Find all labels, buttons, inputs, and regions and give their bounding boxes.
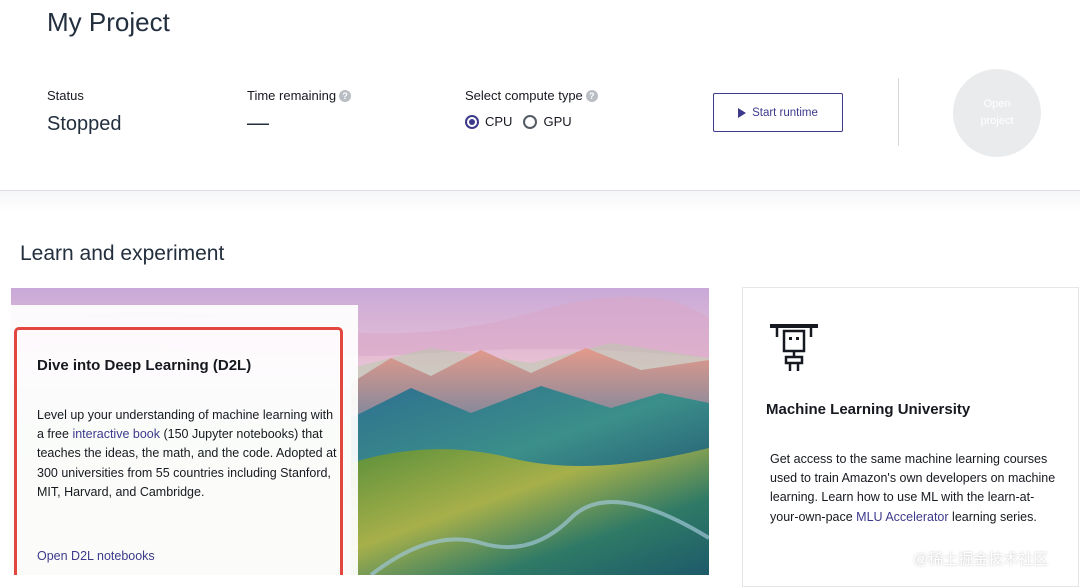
radio-cpu[interactable]: CPU: [465, 114, 512, 129]
page-title: My Project: [47, 7, 170, 37]
status-value: Stopped: [47, 113, 122, 135]
mlu-description: Get access to the same machine learning …: [770, 452, 1056, 524]
open-project-button[interactable]: Open project: [953, 69, 1041, 157]
d2l-title: Dive into Deep Learning (D2L): [37, 357, 252, 374]
open-project-label: Open project: [980, 98, 1014, 127]
interactive-book-link[interactable]: interactive book: [72, 427, 160, 441]
start-runtime-button[interactable]: Start runtime: [713, 93, 843, 132]
d2l-description: Level up your understanding of machine l…: [37, 408, 337, 499]
section-title: Learn and experiment: [20, 242, 225, 265]
help-icon[interactable]: ?: [585, 90, 598, 102]
compute-type-label: Select compute type?: [465, 88, 598, 103]
radio-button-checked[interactable]: [465, 114, 479, 129]
mlu-accelerator-link[interactable]: MLU Accelerator: [856, 510, 948, 524]
radio-button-unchecked[interactable]: [523, 114, 538, 129]
mlu-title: Machine Learning University: [766, 401, 971, 418]
radio-cpu-label: CPU: [485, 114, 513, 129]
open-d2l-notebooks-link[interactable]: Open D2L notebooks: [37, 549, 155, 563]
radio-gpu[interactable]: GPU: [523, 114, 572, 129]
project-header: My Project Status Stopped Time remaining…: [0, 0, 1080, 190]
play-icon: [738, 107, 747, 118]
help-icon[interactable]: ?: [339, 90, 352, 102]
vertical-divider: [898, 78, 899, 146]
time-remaining-label: Time remaining?: [247, 88, 352, 103]
section-band: [0, 191, 1080, 211]
robot-icon: [770, 324, 818, 371]
compute-type-radio-group: CPU GPU: [465, 114, 583, 129]
radio-gpu-label: GPU: [543, 114, 572, 129]
watermark-text: @稀土掘金技术社区: [913, 551, 1049, 568]
status-label: Status: [47, 88, 84, 103]
start-runtime-label: Start runtime: [752, 106, 818, 119]
time-remaining-value: —: [247, 110, 269, 135]
